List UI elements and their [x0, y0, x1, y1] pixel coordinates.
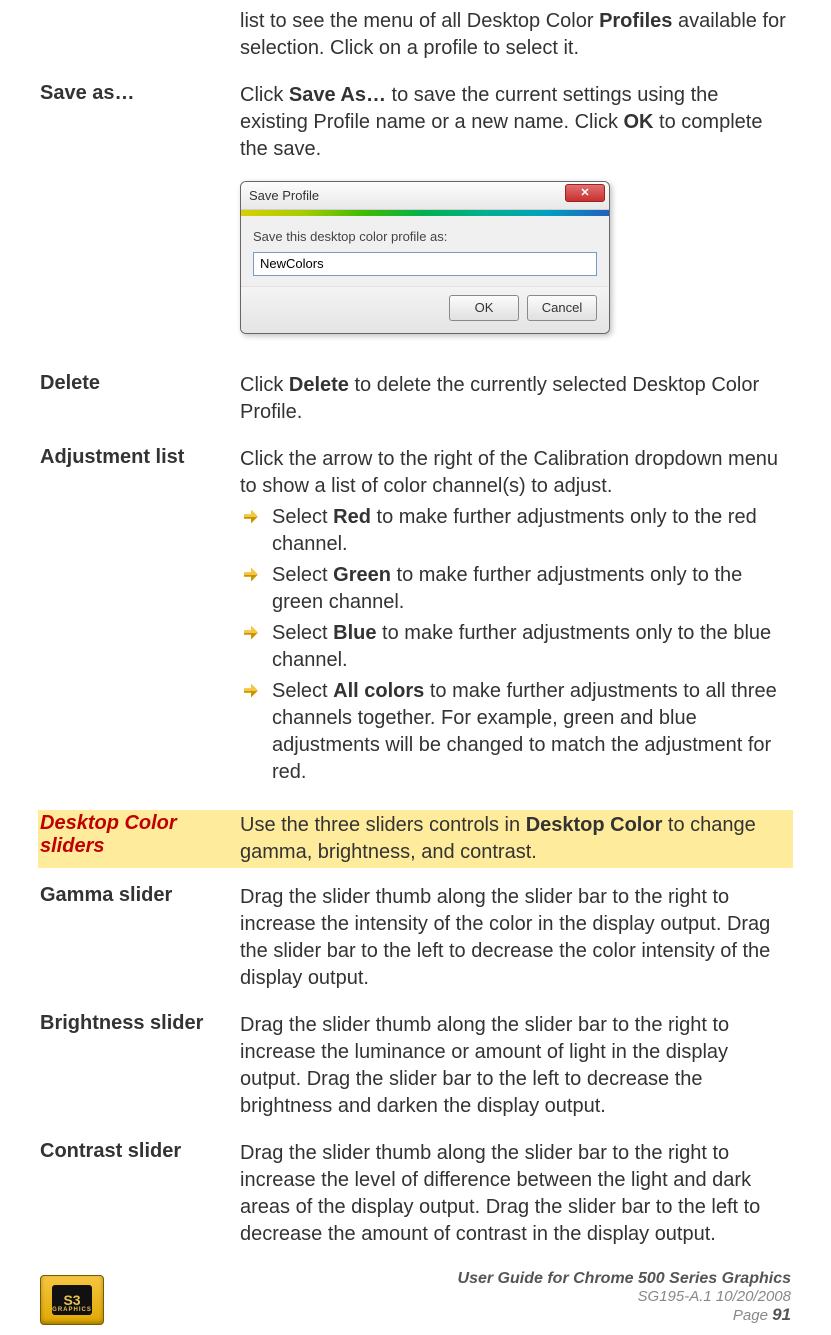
brightness-label: Brightness slider	[40, 1012, 240, 1120]
delete-b: Delete	[289, 374, 349, 396]
adj1-b: Green	[333, 564, 391, 586]
adj0-pre: Select	[272, 506, 333, 528]
arrow-bullet-icon	[244, 568, 258, 582]
intro-text: list to see the menu of all Desktop Colo…	[240, 8, 791, 62]
intro-bold: Profiles	[599, 10, 672, 32]
gamma-p: Drag the slider thumb along the slider b…	[240, 884, 791, 992]
dialog-title-text: Save Profile	[249, 187, 319, 205]
close-button[interactable]: ✕	[565, 184, 605, 202]
save-as-label: Save as…	[40, 82, 240, 352]
close-icon: ✕	[580, 186, 589, 201]
arrow-bullet-icon	[244, 626, 258, 640]
logo-subtext: GRAPHICS	[52, 1307, 92, 1313]
arrow-bullet-icon	[244, 684, 258, 698]
contrast-text: Drag the slider thumb along the slider b…	[240, 1140, 791, 1248]
sliders-header-text: Use the three sliders controls in Deskto…	[240, 812, 791, 866]
page-footer: S3 GRAPHICS User Guide for Chrome 500 Se…	[40, 1270, 791, 1325]
adj1-pre: Select	[272, 564, 333, 586]
save-profile-dialog: Save Profile ✕ Save this desktop color p…	[240, 181, 610, 334]
dialog-prompt: Save this desktop color profile as:	[253, 228, 597, 246]
list-item: Select Green to make further adjustments…	[240, 562, 791, 616]
logo-text: S3	[63, 1292, 80, 1308]
brightness-p: Drag the slider thumb along the slider b…	[240, 1012, 791, 1120]
profile-name-input[interactable]	[253, 252, 597, 276]
saveas-pre: Click	[240, 84, 289, 106]
adj2-pre: Select	[272, 622, 333, 644]
desktop-color-sliders-header: Desktop Color sliders Use the three slid…	[38, 810, 793, 868]
sh-pre: Use the three sliders controls in	[240, 814, 526, 836]
intro-pre: list to see the menu of all Desktop Colo…	[240, 10, 599, 32]
saveas-b1: Save As…	[289, 84, 386, 106]
gamma-label: Gamma slider	[40, 884, 240, 992]
footer-page-num: 91	[772, 1305, 791, 1324]
delete-pre: Click	[240, 374, 289, 396]
ok-button[interactable]: OK	[449, 295, 519, 321]
cancel-button[interactable]: Cancel	[527, 295, 597, 321]
save-as-text: Click Save As… to save the current setti…	[240, 82, 791, 163]
list-item: Select All colors to make further adjust…	[240, 678, 791, 786]
s3-logo: S3 GRAPHICS	[40, 1275, 104, 1325]
brightness-text: Drag the slider thumb along the slider b…	[240, 1012, 791, 1120]
delete-label: Delete	[40, 372, 240, 426]
adj3-pre: Select	[272, 680, 333, 702]
adjustment-intro: Click the arrow to the right of the Cali…	[240, 446, 791, 500]
adj2-b: Blue	[333, 622, 376, 644]
contrast-p: Drag the slider thumb along the slider b…	[240, 1140, 791, 1248]
adj0-b: Red	[333, 506, 371, 528]
footer-page: Page 91	[458, 1305, 791, 1325]
list-item: Select Blue to make further adjustments …	[240, 620, 791, 674]
saveas-b2: OK	[624, 111, 654, 133]
gamma-text: Drag the slider thumb along the slider b…	[240, 884, 791, 992]
sh-b: Desktop Color	[526, 814, 663, 836]
list-item: Select Red to make further adjustments o…	[240, 504, 791, 558]
adjustment-label: Adjustment list	[40, 446, 240, 790]
dialog-titlebar: Save Profile ✕	[241, 182, 609, 210]
contrast-label: Contrast slider	[40, 1140, 240, 1248]
delete-text: Click Delete to delete the currently sel…	[240, 372, 791, 426]
arrow-bullet-icon	[244, 510, 258, 524]
footer-page-pre: Page	[733, 1307, 772, 1324]
footer-title: User Guide for Chrome 500 Series Graphic…	[458, 1270, 791, 1288]
adj3-b: All colors	[333, 680, 424, 702]
footer-meta: SG195-A.1 10/20/2008	[458, 1288, 791, 1305]
sliders-header-label: Desktop Color sliders	[40, 812, 240, 866]
